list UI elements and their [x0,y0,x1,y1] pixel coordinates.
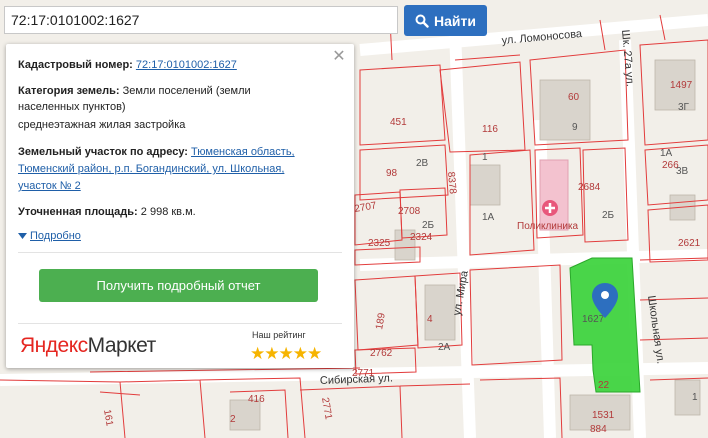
parcel-label: 1 [692,392,698,403]
cadastral-label: Кадастровый номер: [18,59,133,71]
yandex-market-logo[interactable]: ЯндексМаркет [20,334,156,358]
address-label: Земельный участок по адресу: [18,146,188,158]
parcel-label: 2 [230,414,236,425]
parcel-label: 2684 [578,182,601,193]
selected-parcel-label: 1627 [582,314,605,325]
parcel-label: 8378 [445,171,458,195]
search-button-label: Найти [434,12,476,29]
area-value: 2 998 кв.м. [140,206,196,218]
parcel-label: 2В [416,158,429,169]
category-row: Категория земель: Земли поселений (земли [18,83,332,99]
search-input[interactable]: 72:17:0101002:1627 [4,6,398,34]
address-link-2[interactable]: Тюменский район, р.п. Богандинский, ул. … [18,161,332,177]
parcel-label: 416 [248,394,265,405]
parcel-label: 1497 [670,80,693,91]
category-value-2: населенных пунктов) [18,101,126,113]
divider [18,252,342,253]
parcel-label: 9 [572,122,578,133]
parcel-label: 22 [598,380,610,391]
parcel-label: 2Б [602,210,615,221]
details-link: Подробно [30,230,81,242]
parcel-label: 1А [482,212,495,223]
divider [18,323,342,324]
parcel-label: 2762 [370,348,393,359]
rating-stars-icon[interactable]: ★★★★★ [250,344,322,364]
brand-market: Маркет [87,334,157,357]
cadastral-link[interactable]: 72:17:0101002:1627 [136,59,237,71]
close-icon[interactable]: ✕ [332,49,346,65]
polyclinic-building [539,159,569,231]
triangle-down-icon [18,232,27,239]
area-label: Уточненная площадь: [18,206,138,218]
parcel-info-popup: ✕ Кадастровый номер: 72:17:0101002:1627 … [6,44,354,368]
parcel-label: 98 [386,168,398,179]
address-row: Земельный участок по адресу: Тюменская о… [18,144,332,160]
parcel-label: 884 [590,424,607,435]
parcel-label: 2708 [398,206,421,217]
parcel-label: 451 [390,117,407,128]
parcel-label: 2325 [368,238,391,249]
search-icon [415,14,429,28]
parcel-label: 2621 [678,238,701,249]
parcel-label: 3В [676,166,689,177]
parcel-label: 2Б [422,220,435,231]
category-label: Категория земель: [18,85,120,97]
address-link-3[interactable]: участок № 2 [18,178,332,194]
category-value-3: среднеэтажная жилая застройка [18,119,186,131]
parcel-label: 116 [482,124,498,135]
parcel-label: 1А [660,148,673,159]
parcel-label: 4 [427,314,433,325]
category-value-1: Земли поселений (земли [122,85,251,97]
cadastral-row: Кадастровый номер: 72:17:0101002:1627 [18,57,332,73]
get-report-button[interactable]: Получить подробный отчет [39,269,318,302]
brand-yandex: Яндекс [20,334,88,357]
parcel-label: 2771 [352,368,375,379]
search-button[interactable]: Найти [404,5,487,36]
parcel-label: 1 [482,152,488,163]
parcel-label: 60 [568,92,580,103]
parcel-label: 3Г [678,102,690,113]
poi-label-polyclinic: Поликлиника [517,221,579,232]
parcel-label: 2А [438,342,451,353]
area-row: Уточненная площадь: 2 998 кв.м. [18,204,332,220]
details-toggle[interactable]: Подробно [18,230,81,242]
parcel-label: 2324 [410,232,433,243]
parcel-label: 1531 [592,410,615,421]
rating-label: Наш рейтинг [252,330,306,340]
address-link-1[interactable]: Тюменская область, [191,146,295,158]
